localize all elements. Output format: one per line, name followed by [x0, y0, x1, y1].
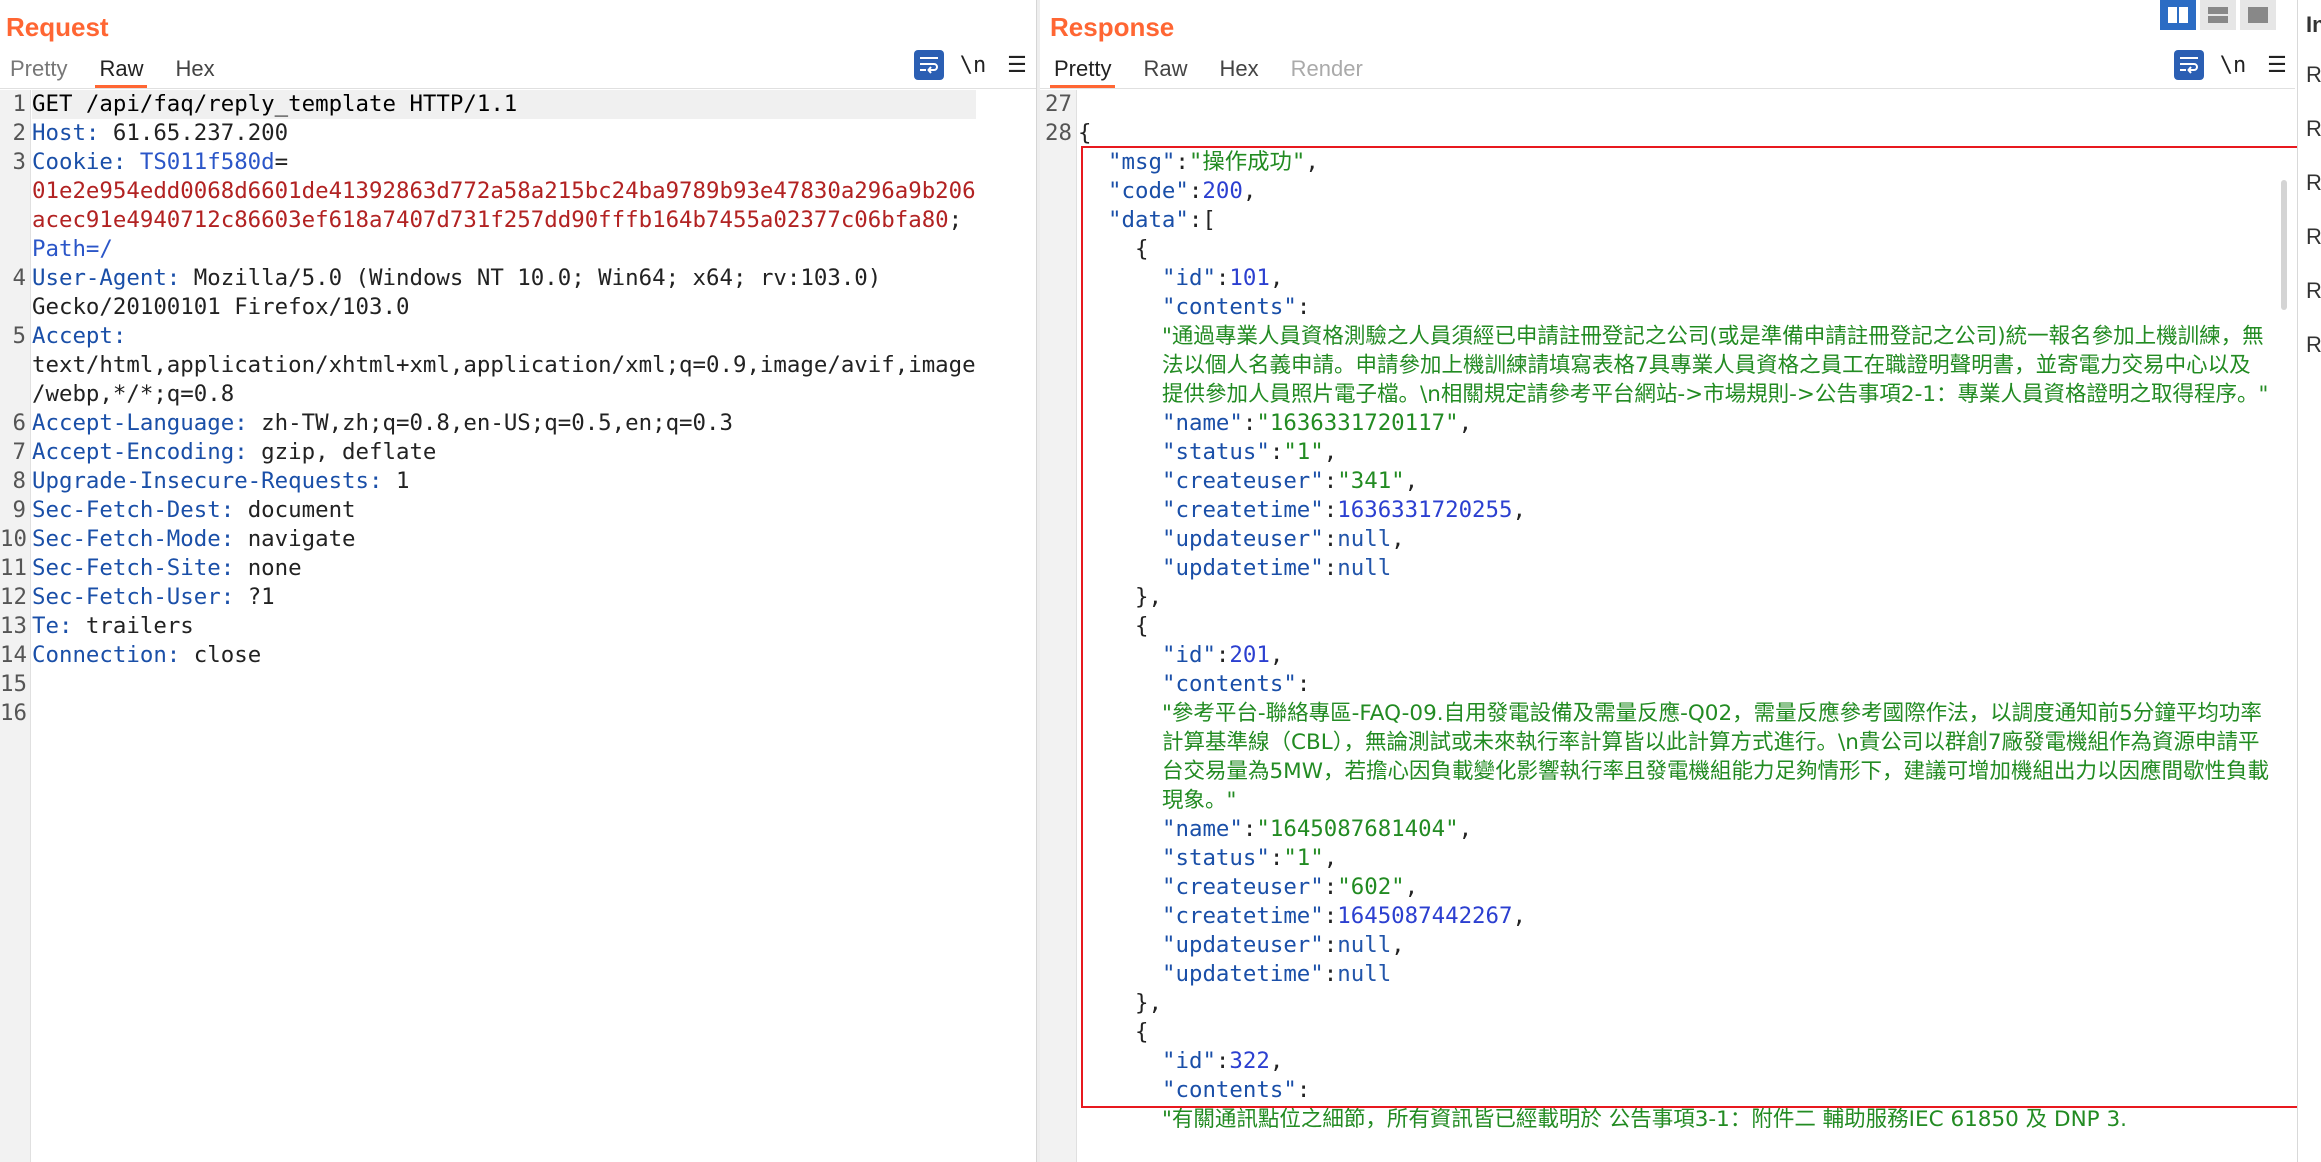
response-editor[interactable]: 27 28{ "msg": "操作成功", "code":200, "data":…	[1040, 90, 2295, 1162]
response-tab-hex[interactable]: Hex	[1219, 54, 1258, 88]
layout-tabs-icon[interactable]	[2240, 0, 2276, 30]
wrap-lines-icon[interactable]	[2174, 50, 2204, 80]
data-item-2: { "id":201, "contents": "參考平台-聯絡專區-FAQ-0…	[1135, 612, 2295, 1018]
data-item-3: { "id":322, "contents": "有關通訊點位之細節，所有資訊皆…	[1135, 1018, 2295, 1134]
inspector-row[interactable]: R	[2306, 62, 2321, 88]
newline-toggle-icon[interactable]: \n	[2218, 50, 2248, 80]
request-pane: Request Pretty Raw Hex \n ☰ 1 GET /api/f…	[0, 0, 1036, 1162]
code-key: "code"	[1108, 178, 1189, 204]
request-line-15: 15	[0, 671, 27, 697]
msg-key: "msg"	[1108, 149, 1176, 175]
data-key: "data"	[1108, 207, 1189, 233]
inspector-row[interactable]: R	[2306, 224, 2321, 250]
request-line-2: 2 Host: 61.65.237.200	[12, 120, 289, 146]
request-line-1: 1 GET /api/faq/reply_template HTTP/1.1	[0, 90, 1036, 119]
response-tabs: Pretty Raw Hex Render	[1050, 54, 1395, 88]
response-pane: Response Pretty Raw Hex Render \n ☰ 27 2…	[1040, 0, 2295, 1162]
menu-icon[interactable]: ☰	[2262, 50, 2292, 80]
inspector-row[interactable]: R	[2306, 278, 2321, 304]
cookie-path: Path=/	[32, 236, 113, 262]
response-tab-raw[interactable]: Raw	[1143, 54, 1187, 88]
request-tab-pretty[interactable]: Pretty	[10, 54, 67, 88]
request-editor[interactable]: 1 GET /api/faq/reply_template HTTP/1.1 2…	[0, 90, 1036, 1162]
response-line-27: 27	[1045, 91, 1072, 117]
request-line-8: 8 Upgrade-Insecure-Requests: 1	[12, 468, 410, 494]
msg-value: "操作成功"	[1188, 149, 1306, 175]
response-tab-divider	[1040, 88, 2295, 89]
layout-side-by-side-icon[interactable]	[2160, 0, 2196, 30]
newline-toggle-icon[interactable]: \n	[958, 50, 988, 80]
cookie-value-line-1: 01e2e954edd0068d6601de41392863d772a58a21…	[32, 178, 976, 204]
request-line-9: 9 Sec-Fetch-Dest: document	[12, 497, 356, 523]
code-value: 200	[1202, 178, 1243, 204]
json-root: "msg": "操作成功", "code":200, "data":[ { "id…	[1108, 148, 2295, 1134]
wrap-lines-icon[interactable]	[914, 50, 944, 80]
menu-icon[interactable]: ☰	[1002, 50, 1032, 80]
inspector-panel: In R R R R R R	[2297, 0, 2321, 1162]
request-title: Request	[6, 12, 109, 42]
item-3-contents: "有關通訊點位之細節，所有資訊皆已經載明於 公告事項3-1：附件二 輔助服務IE…	[1162, 1107, 2127, 1132]
inspector-row[interactable]: R	[2306, 332, 2321, 358]
request-line-14: 14 Connection: close	[0, 642, 262, 668]
item-2-contents: "參考平台-聯絡專區-FAQ-09.自用發電設備及需量反應-Q02，需量反應參考…	[1162, 701, 2269, 813]
request-line-3: 3 Cookie: TS011f580d =	[12, 149, 289, 175]
inspector-row[interactable]: R	[2306, 170, 2321, 196]
layout-toggle-group	[2160, 0, 2280, 30]
request-line-4: 4 User-Agent: Mozilla/5.0 (Windows NT 10…	[12, 265, 882, 291]
request-line-12: 12 Sec-Fetch-User: ?1	[0, 584, 275, 610]
response-tab-pretty[interactable]: Pretty	[1050, 54, 1116, 88]
request-tab-hex[interactable]: Hex	[175, 54, 214, 88]
request-line-7: 7 Accept-Encoding: gzip, deflate	[12, 439, 437, 465]
data-item-1: { "id":101, "contents": "通過專業人員資格測驗之人員須經…	[1135, 235, 2295, 612]
request-line-11: 11 Sec-Fetch-Site: none	[0, 555, 302, 581]
request-line-6: 6 Accept-Language: zh-TW,zh;q=0.8,en-US;q…	[12, 410, 733, 436]
inspector-row[interactable]: R	[2306, 116, 2321, 142]
request-toolbar: \n ☰	[900, 50, 1032, 80]
request-line-5: 5 Accept:	[12, 323, 127, 349]
request-tabs: Pretty Raw Hex	[10, 54, 247, 88]
response-toolbar: \n ☰	[2160, 50, 2292, 80]
request-tab-raw[interactable]: Raw	[95, 54, 148, 88]
cookie-value-line-2: acec91e4940712c86603ef618a7407d731f257dd…	[32, 207, 949, 233]
response-title: Response	[1050, 12, 1175, 42]
request-line-13: 13 Te: trailers	[0, 613, 194, 639]
response-tab-render[interactable]: Render	[1291, 54, 1363, 88]
layout-top-bottom-icon[interactable]	[2200, 0, 2236, 30]
response-line-28: 28{	[1045, 120, 1092, 146]
item-1-contents: "通過專業人員資格測驗之人員須經已申請註冊登記之公司(或是準備申請註冊登記之公司…	[1162, 324, 2269, 407]
request-tab-divider	[0, 88, 1036, 89]
request-line-16: 16	[0, 700, 27, 726]
response-scrollbar[interactable]	[2281, 180, 2287, 310]
request-line-10: 10 Sec-Fetch-Mode: navigate	[0, 526, 356, 552]
inspector-title: In	[2306, 12, 2321, 37]
